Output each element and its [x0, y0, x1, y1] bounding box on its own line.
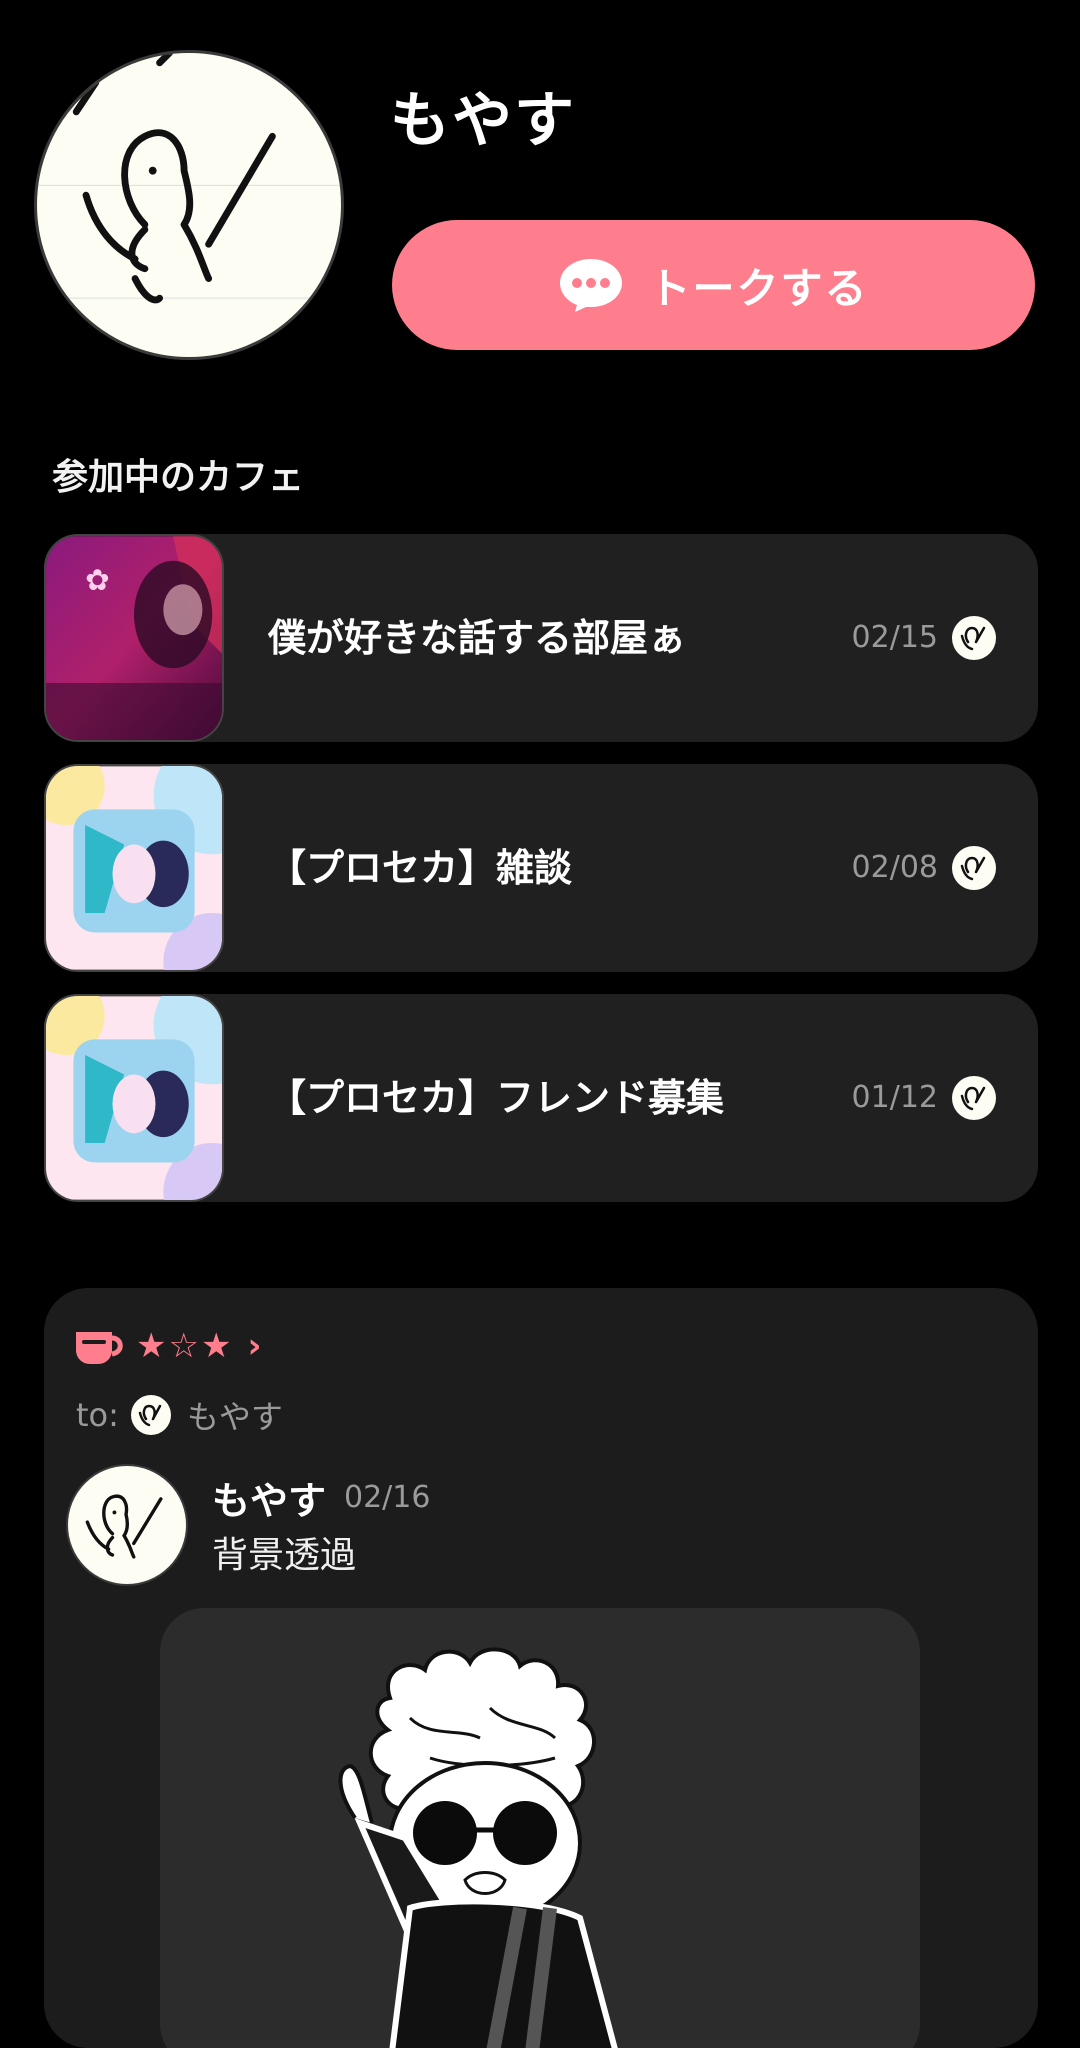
cafe-date: 02/08 — [851, 850, 938, 885]
rating-stars: ★☆★ — [136, 1326, 234, 1366]
cafe-item[interactable]: ✿ 僕が好きな話する部屋ぁ 02/15 — [44, 534, 1038, 742]
post-recipient: to: もやす — [76, 1392, 283, 1438]
post-meta[interactable]: ★☆★ › — [74, 1326, 261, 1366]
profile-avatar[interactable] — [34, 50, 344, 360]
coffee-cup-icon — [76, 1332, 123, 1364]
post-author-avatar[interactable] — [66, 1464, 188, 1586]
cafe-owner-avatar — [952, 1076, 996, 1120]
cafe-owner-avatar — [952, 846, 996, 890]
cafe-date: 02/15 — [851, 620, 938, 655]
cafe-item[interactable]: 【プロセカ】雑談 02/08 — [44, 764, 1038, 972]
talk-button[interactable]: トークする — [392, 220, 1035, 350]
post-date: 02/16 — [344, 1480, 431, 1515]
svg-text:✿: ✿ — [85, 563, 110, 597]
chevron-right-icon[interactable]: › — [247, 1326, 261, 1366]
post-text: 背景透過 — [212, 1535, 357, 1576]
cafe-item[interactable]: 【プロセカ】フレンド募集 01/12 — [44, 994, 1038, 1202]
cafe-owner-avatar — [952, 616, 996, 660]
talk-button-label: トークする — [648, 263, 869, 313]
cafe-thumbnail: ✿ — [44, 534, 224, 742]
profile-subtitle — [392, 170, 532, 194]
cafe-thumbnail — [44, 994, 224, 1202]
post-card[interactable]: ★☆★ › to: もやす もやす 02/16 背景透過 — [44, 1288, 1038, 2048]
recipient-avatar — [130, 1395, 171, 1435]
cafe-name: 【プロセカ】フレンド募集 — [268, 1076, 725, 1120]
cafes-section-title: 参加中のカフェ — [52, 457, 305, 498]
recipient-name: もやす — [186, 1398, 283, 1436]
to-label: to: — [76, 1396, 119, 1434]
doodle-avatar-icon — [37, 53, 341, 304]
cafe-name: 僕が好きな話する部屋ぁ — [268, 616, 687, 660]
chat-bubble-icon — [560, 259, 623, 312]
cafe-date: 01/12 — [851, 1080, 938, 1115]
cafe-thumbnail — [44, 764, 224, 972]
post-image[interactable] — [160, 1608, 920, 2048]
cafe-name: 【プロセカ】雑談 — [268, 846, 573, 890]
post-author-name: もやす — [212, 1479, 327, 1523]
profile-name: もやす — [390, 86, 576, 156]
